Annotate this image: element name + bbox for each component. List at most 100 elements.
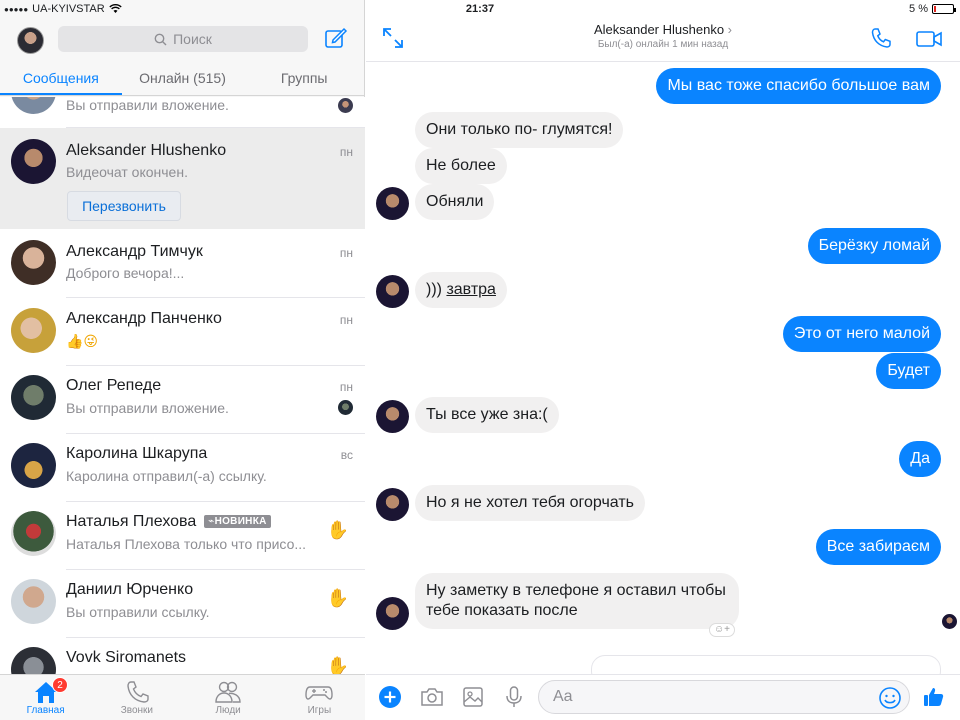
conversation-name: Александр Тимчук (66, 243, 203, 260)
conversation-row-selected[interactable]: Aleksander Hlushenko пн Видеочат окончен… (0, 128, 365, 229)
new-badge-label: НОВИНКА (214, 516, 267, 527)
conversation-row[interactable]: Александр Панченко пн 👍😜 (0, 298, 365, 365)
battery-fill (934, 6, 936, 12)
conversation-snippet: Вы отправили вложение. (66, 97, 229, 113)
message-thread: Мы вас тоже спасибо большое вам Они толь… (366, 62, 960, 674)
message-incoming[interactable]: ))) завтра (415, 272, 507, 308)
conversation-snippet: Доброго вечора!... (66, 265, 185, 281)
sender-avatar[interactable] (376, 400, 409, 433)
conversation-time: пн (339, 380, 353, 394)
message-outgoing[interactable]: Берёзку ломай (807, 228, 941, 264)
thumbs-up-icon[interactable] (922, 685, 946, 709)
avatar (11, 443, 56, 488)
conversation-snippet: Вы отправили вложение. (66, 400, 229, 416)
conversation-time: пн (339, 246, 353, 260)
avatar (11, 375, 56, 420)
message-link[interactable]: завтра (446, 281, 496, 298)
message-text: ))) (426, 281, 447, 298)
conversation-snippet: Наталья Плехова только что присо... (66, 536, 307, 552)
conversation-name: Vovk Siromanets (66, 649, 187, 666)
call-back-button[interactable]: Перезвонить (67, 191, 181, 221)
camera-icon[interactable] (420, 685, 444, 709)
battery-percent: 5 % (909, 3, 928, 15)
chat-title-text: Aleksander Hlushenko (593, 22, 725, 37)
conversation-sidebar: Поиск Сообщения Онлайн (515) Группы Вы о… (0, 0, 365, 720)
message-incoming[interactable]: Но я не хотел тебя огорчать (415, 485, 646, 521)
profile-avatar[interactable] (17, 27, 44, 54)
message-incoming[interactable]: Ты все уже зна:( (415, 397, 559, 433)
conversation-snippet: Вы отправили ссылку. (66, 604, 210, 620)
photo-icon[interactable] (461, 685, 485, 709)
tab-groups[interactable]: Группы (243, 64, 365, 95)
wave-hand-icon[interactable]: ✋ (327, 520, 349, 541)
sender-avatar[interactable] (376, 187, 409, 220)
conversation-name: Александр Панченко (66, 310, 222, 327)
compose-icon[interactable] (324, 26, 348, 50)
conversation-row[interactable]: Александр Тимчук пн Доброго вечора!... (0, 229, 365, 297)
sidebar-tabs: Сообщения Онлайн (515) Группы (0, 64, 365, 96)
sender-avatar[interactable] (376, 275, 409, 308)
conversation-list: Вы отправили вложение. Aleksander Hlushe… (0, 97, 365, 674)
tab-online[interactable]: Онлайн (515) (122, 64, 244, 95)
message-outgoing[interactable]: Все забираєм (815, 529, 941, 565)
sender-avatar[interactable] (376, 488, 409, 521)
tabbar-calls[interactable]: Звонки (91, 675, 182, 720)
conversation-snippet: Видеочат окончен. (66, 164, 188, 180)
seen-avatar (338, 98, 353, 113)
seen-avatar (338, 400, 353, 415)
conversation-snippet: Каролина отправил(-а) ссылку. (66, 468, 267, 484)
chat-header: Aleksander Hlushenko › Был(-а) онлайн 1 … (366, 18, 960, 62)
tabbar-label: Звонки (120, 705, 154, 716)
tabbar-home[interactable]: 2 Главная (0, 675, 91, 720)
conversation-row[interactable]: Олег Репеде пн Вы отправили вложение. (0, 366, 365, 433)
conversation-row[interactable]: Vovk Siromanets ✋ (0, 638, 365, 674)
message-incoming[interactable]: Они только по- глумятся! (415, 112, 624, 148)
message-input[interactable]: Aa (538, 680, 910, 714)
conversation-row[interactable]: Каролина Шкарупа вс Каролина отправил(-а… (0, 434, 365, 501)
message-outgoing[interactable]: Будет (876, 353, 941, 389)
tab-messages[interactable]: Сообщения (0, 64, 122, 95)
conversation-row[interactable]: Наталья Плехова ⌁НОВИНКА Наталья Плехова … (0, 502, 365, 569)
seen-indicator-avatar (942, 614, 957, 629)
wave-hand-icon[interactable]: ✋ (327, 656, 349, 674)
search-placeholder: Поиск (173, 31, 212, 47)
conversation-row-partial[interactable]: Вы отправили вложение. (0, 97, 365, 127)
phone-icon (127, 681, 149, 703)
message-outgoing[interactable]: Да (899, 441, 941, 477)
clock: 21:37 (465, 3, 495, 15)
message-incoming[interactable]: Не более (415, 148, 507, 184)
plus-icon[interactable] (378, 685, 402, 709)
audio-call-icon[interactable] (870, 27, 892, 49)
new-badge: ⌁НОВИНКА (204, 515, 271, 528)
conversation-name: Aleksander Hlushenko (66, 142, 227, 159)
avatar (11, 97, 56, 114)
sidebar-header: Поиск (0, 18, 365, 64)
avatar (11, 647, 56, 674)
message-outgoing[interactable]: Это от него малой (782, 316, 941, 352)
microphone-icon[interactable] (502, 685, 526, 709)
conversation-time: пн (339, 145, 353, 159)
video-chat-ended-card[interactable] (591, 655, 941, 674)
tabbar-people[interactable]: Люди (183, 675, 274, 720)
emoji-icon[interactable] (878, 686, 902, 710)
avatar (11, 579, 56, 624)
tabbar-games[interactable]: Игры (274, 675, 365, 720)
conversation-time: пн (339, 313, 353, 327)
chevron-right-icon: › (727, 22, 733, 37)
status-bar: ●●●●● UA-KYIVSTAR 21:37 5 % (0, 0, 960, 18)
message-outgoing[interactable]: Мы вас тоже спасибо большое вам (656, 68, 941, 104)
conversation-time: вс (340, 448, 353, 462)
wave-hand-icon[interactable]: ✋ (327, 588, 349, 609)
message-incoming[interactable]: Обняли (415, 184, 495, 220)
search-field[interactable]: Поиск (58, 26, 308, 52)
sender-avatar[interactable] (376, 597, 409, 630)
search-icon (154, 33, 167, 45)
message-incoming[interactable]: Ну заметку в телефоне я оставил чтобы те… (415, 573, 739, 629)
status-right: 5 % (909, 3, 956, 15)
conversation-row[interactable]: Даниил Юрченко Вы отправили ссылку. ✋ (0, 570, 365, 637)
add-reaction-icon[interactable]: ☺+ (709, 623, 735, 637)
video-call-icon[interactable] (916, 29, 942, 49)
composer-bar: Aa (366, 674, 960, 720)
battery-icon (932, 4, 956, 14)
avatar (11, 240, 56, 285)
